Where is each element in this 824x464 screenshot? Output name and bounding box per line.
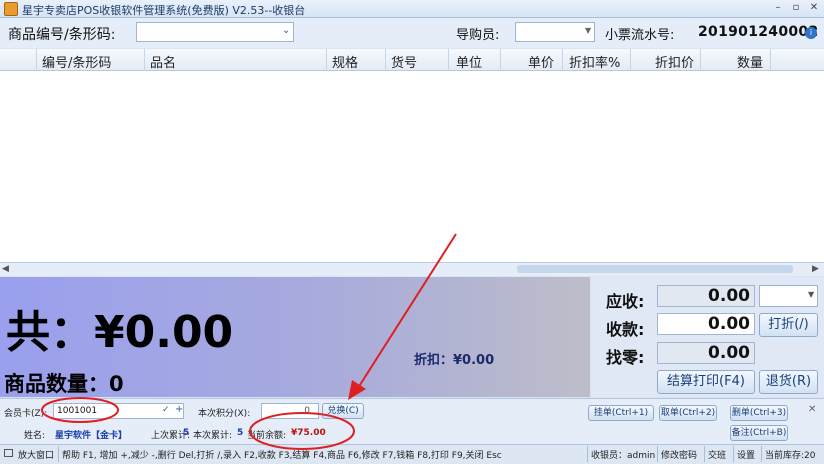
points-label: 本次积分(X): [198, 409, 251, 419]
column-divider [562, 49, 563, 71]
points-input[interactable]: 0 [261, 403, 319, 419]
checkout-print-button[interactable]: 结算打印(F4) [657, 370, 755, 394]
amount-due-field: 0.00 [657, 285, 755, 307]
column-divider [770, 49, 771, 71]
status-divider [587, 446, 588, 462]
column-divider [36, 49, 37, 71]
column-divider [385, 49, 386, 71]
help-icon[interactable]: i [805, 27, 817, 39]
status-divider [58, 446, 59, 462]
column-divider [326, 49, 327, 71]
close-icon[interactable]: ✕ [808, 404, 816, 415]
check-icon[interactable]: ✓ [162, 405, 170, 415]
column-divider [630, 49, 631, 71]
column-header-price[interactable]: 单价 [528, 52, 554, 71]
scroll-right-icon[interactable]: ▶ [812, 264, 819, 274]
this-total-label: 本次累计: [193, 431, 233, 441]
this-total-value: 5 [237, 428, 244, 438]
scrollbar-thumb[interactable] [517, 265, 793, 273]
status-divider [761, 446, 762, 462]
column-header-discount-rate[interactable]: 折扣率% [569, 52, 620, 71]
member-card-label: 会员卡(Z): [4, 409, 48, 419]
close-icon[interactable]: ✕ [806, 1, 822, 15]
chevron-down-icon[interactable]: ▼ [808, 290, 814, 299]
status-divider [657, 446, 658, 462]
take-order-button[interactable]: 取单(Ctrl+2) [659, 405, 717, 421]
column-header-name[interactable]: 品名 [150, 52, 176, 71]
shortcut-help-text: 帮助 F1, 增加 +,减少 -,删行 Del,打折 /,录入 F2,收款 F3… [62, 451, 502, 461]
product-code-label: 商品编号/条形码: [8, 27, 116, 43]
status-divider [733, 446, 734, 462]
note-button[interactable]: 备注(Ctrl+B) [730, 425, 788, 441]
column-header-spec[interactable]: 规格 [332, 52, 358, 71]
discount-amount: 折扣：¥0.00 [414, 353, 495, 368]
column-header-unit[interactable]: 单位 [456, 52, 482, 71]
member-name-label: 姓名: [24, 431, 46, 441]
amount-received-input[interactable]: 0.00 [657, 313, 755, 335]
balance-value: ¥75.00 [291, 428, 326, 438]
hang-order-button[interactable]: 挂单(Ctrl+1) [588, 405, 654, 421]
column-header-quantity[interactable]: 数量 [737, 52, 763, 71]
maximize-window-icon[interactable] [4, 449, 13, 457]
delete-order-button[interactable]: 删单(Ctrl+3) [730, 405, 788, 421]
sales-table[interactable] [0, 49, 824, 262]
column-header-discount-price[interactable]: 折扣价 [655, 52, 694, 71]
receipt-number: 201901240002 [698, 24, 819, 40]
last-total-value: 5 [183, 428, 190, 438]
cashier-label: 收银员：admin [591, 451, 656, 461]
redeem-button[interactable]: 兑换(C) [322, 403, 364, 419]
minimize-icon[interactable]: – [770, 1, 786, 15]
column-header-code[interactable]: 编号/条形码 [42, 52, 111, 71]
scroll-left-icon[interactable]: ◀ [2, 264, 9, 274]
item-quantity: 商品数量：0 [4, 372, 124, 396]
return-button[interactable]: 退货(R) [759, 370, 818, 394]
change-field: 0.00 [657, 342, 755, 364]
settings-link[interactable]: 设置 [737, 448, 755, 461]
chevron-down-icon[interactable]: ⌄ [282, 25, 290, 36]
column-divider [448, 49, 449, 71]
total-amount: 共：¥0.00 [6, 307, 234, 358]
change-label: 找零: [606, 348, 645, 367]
chevron-down-icon[interactable]: ▼ [585, 26, 591, 35]
guide-select[interactable] [515, 22, 595, 42]
column-divider [144, 49, 145, 71]
status-divider [704, 446, 705, 462]
column-divider [700, 49, 701, 71]
current-stock: 当前库存:20 [765, 451, 816, 461]
product-code-input[interactable] [136, 22, 294, 42]
balance-label: 当前余额: [247, 431, 287, 441]
amount-received-label: 收款: [606, 320, 645, 339]
discount-button[interactable]: 打折(/) [759, 313, 818, 337]
guide-label: 导购员: [456, 28, 500, 43]
app-logo-icon [4, 2, 18, 16]
change-password-link[interactable]: 修改密码 [661, 448, 697, 461]
column-divider [500, 49, 501, 71]
column-header-item-no[interactable]: 货号 [391, 52, 417, 71]
add-icon[interactable]: + [175, 404, 183, 415]
window-title: 星宇专卖店POS收银软件管理系统(免费版) V2.53--收银台 [22, 4, 306, 17]
restore-icon[interactable]: ▫ [788, 1, 804, 15]
shift-change-link[interactable]: 交班 [708, 448, 726, 461]
zoom-window-button[interactable]: 放大窗口 [18, 448, 54, 461]
amount-due-label: 应收: [606, 292, 645, 311]
receipt-number-label: 小票流水号: [605, 28, 675, 43]
member-name-value: 星宇软件【金卡】 [55, 431, 128, 441]
